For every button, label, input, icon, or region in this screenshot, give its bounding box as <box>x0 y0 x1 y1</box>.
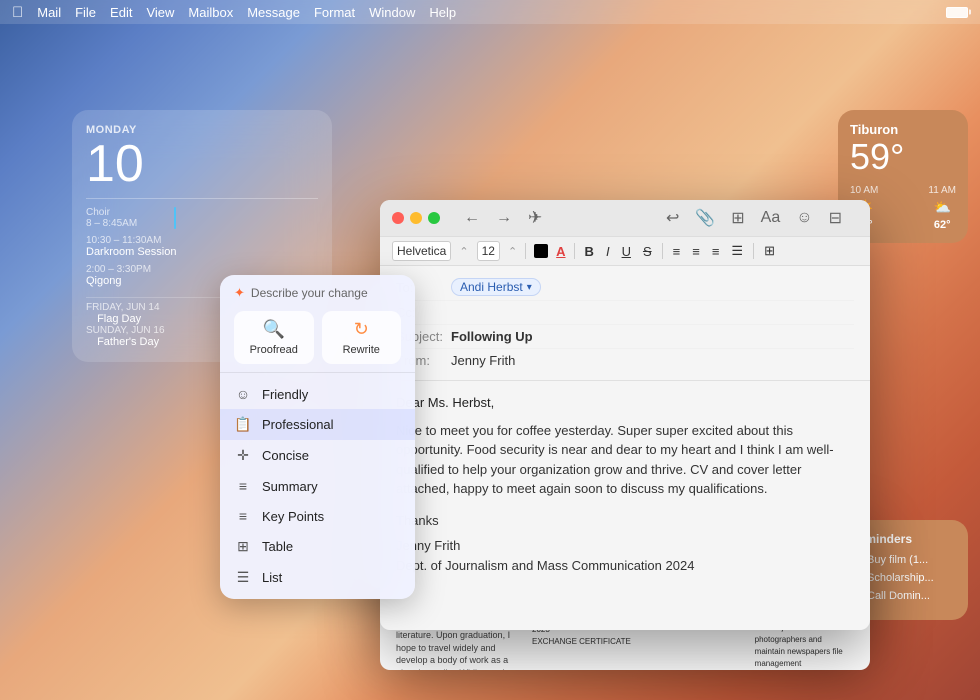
to-recipient[interactable]: Andi Herbst ▾ <box>451 278 541 296</box>
proofread-label: Proofread <box>250 344 298 356</box>
menubar-right <box>946 7 968 18</box>
subject-field: Subject: Following Up <box>396 325 854 349</box>
search-icon: 🔍 <box>263 319 285 340</box>
table-icon: ⊞ <box>234 538 252 555</box>
italic-button[interactable]: I <box>604 244 612 259</box>
more-options-button[interactable]: ⊞ <box>762 243 777 259</box>
menubar-window[interactable]: Window <box>369 5 415 20</box>
ai-option-list[interactable]: ☰ List <box>220 562 415 593</box>
underline-button[interactable]: U <box>620 244 633 259</box>
attach-icon[interactable]: 📎 <box>695 208 715 228</box>
to-field: To: Andi Herbst ▾ <box>396 274 854 301</box>
ai-options-list: ☺ Friendly 📋 Professional ✛ Concise ≡ Su… <box>220 373 415 599</box>
align-center-button[interactable]: ≡ <box>690 244 702 259</box>
font-icon[interactable]: Aa <box>761 209 781 227</box>
forward-icon[interactable]: → <box>496 209 512 227</box>
menubar-mailbox[interactable]: Mailbox <box>188 5 233 20</box>
weather-temperature: 59° <box>850 137 956 177</box>
from-field: From: Jenny Frith <box>396 349 854 372</box>
proofread-button[interactable]: 🔍 Proofread <box>234 311 314 364</box>
mail-body[interactable]: Dear Ms. Herbst, Nice to meet you for co… <box>380 381 870 630</box>
mail-window: ← → ✈ ↩ 📎 ⊞ Aa ☺ ⊟ Helvetica ⌃ 12 ⌃ A B … <box>380 200 870 630</box>
ai-option-professional[interactable]: 📋 Professional <box>220 409 415 440</box>
menubar-view[interactable]: View <box>146 5 174 20</box>
calendar-day-label: MONDAY <box>86 124 318 136</box>
rewrite-button[interactable]: ↻ Rewrite <box>322 311 402 364</box>
photo-icon[interactable]: ⊟ <box>829 208 842 228</box>
mail-toolbar: ← → ✈ ↩ 📎 ⊞ Aa ☺ ⊟ <box>448 208 858 228</box>
weather-city: Tiburon <box>850 122 956 137</box>
formatting-bar: Helvetica ⌃ 12 ⌃ A B I U S ≡ ≡ ≡ ☰ ⊞ <box>380 236 870 266</box>
bold-button[interactable]: B <box>583 244 596 259</box>
font-size-selector[interactable]: 12 <box>477 241 500 261</box>
email-greeting: Dear Ms. Herbst, <box>396 393 854 413</box>
menubar-message[interactable]: Message <box>247 5 300 20</box>
ai-describe-label: Describe your change <box>251 286 368 300</box>
ai-action-buttons: 🔍 Proofread ↻ Rewrite <box>234 311 401 364</box>
summary-icon: ≡ <box>234 478 252 494</box>
weather-hour-11am: 11 AM ⛅ 62° <box>928 185 956 231</box>
sparkle-icon: ✦ <box>234 285 245 301</box>
reply-icon[interactable]: ↩ <box>666 208 679 228</box>
menubar-left:  Mail File Edit View Mailbox Message Fo… <box>12 4 456 21</box>
ai-option-summary[interactable]: ≡ Summary <box>220 471 415 501</box>
compose-icon[interactable]: ⊞ <box>731 208 744 228</box>
mail-fields: To: Andi Herbst ▾ Cc: Subject: Following… <box>380 266 870 381</box>
ai-panel-header: ✦ Describe your change 🔍 Proofread ↻ Rew… <box>220 275 415 373</box>
menubar-format[interactable]: Format <box>314 5 355 20</box>
ai-option-concise[interactable]: ✛ Concise <box>220 440 415 471</box>
apple-menu[interactable]:  <box>12 4 23 21</box>
minimize-button[interactable] <box>410 212 422 224</box>
rewrite-label: Rewrite <box>343 344 380 356</box>
align-right-button[interactable]: ≡ <box>710 244 722 259</box>
professional-icon: 📋 <box>234 416 252 433</box>
ai-option-friendly[interactable]: ☺ Friendly <box>220 379 415 409</box>
font-selector[interactable]: Helvetica <box>392 241 451 261</box>
back-icon[interactable]: ← <box>464 209 480 227</box>
cc-field[interactable]: Cc: <box>396 301 854 325</box>
friendly-icon: ☺ <box>234 386 252 402</box>
align-left-button[interactable]: ≡ <box>671 244 683 259</box>
ai-option-keypoints[interactable]: ≡ Key Points <box>220 501 415 531</box>
calendar-date-number: 10 <box>86 138 318 190</box>
ai-describe-row: ✦ Describe your change <box>234 285 401 301</box>
email-body-text: Nice to meet you for coffee yesterday. S… <box>396 421 854 499</box>
menubar-mail[interactable]: Mail <box>37 5 61 20</box>
ai-suggestions-panel: ✦ Describe your change 🔍 Proofread ↻ Rew… <box>220 275 415 599</box>
emoji-icon[interactable]: ☺ <box>796 209 812 227</box>
menubar:  Mail File Edit View Mailbox Message Fo… <box>0 0 980 24</box>
ai-option-table[interactable]: ⊞ Table <box>220 531 415 562</box>
concise-icon: ✛ <box>234 447 252 464</box>
list-item: Choir8 – 8:45AM <box>86 207 318 229</box>
menubar-help[interactable]: Help <box>429 5 456 20</box>
menubar-file[interactable]: File <box>75 5 96 20</box>
rewrite-icon: ↻ <box>354 319 369 340</box>
list-item: 10:30 – 11:30AM Darkroom Session <box>86 235 318 258</box>
menubar-edit[interactable]: Edit <box>110 5 132 20</box>
email-signature: Thanks Jenny FrithDept. of Journalism an… <box>396 511 854 576</box>
list-button[interactable]: ☰ <box>729 243 745 259</box>
maximize-button[interactable] <box>428 212 440 224</box>
text-highlight[interactable]: A <box>556 244 565 259</box>
close-button[interactable] <box>392 212 404 224</box>
partly-cloudy-icon: ⛅ <box>933 199 950 216</box>
text-color-swatch[interactable] <box>534 244 548 258</box>
mail-titlebar: ← → ✈ ↩ 📎 ⊞ Aa ☺ ⊟ <box>380 200 870 236</box>
traffic-lights <box>392 212 440 224</box>
mail-toolbar-right: ↩ 📎 ⊞ Aa ☺ ⊟ <box>666 208 842 228</box>
list-icon: ☰ <box>234 569 252 586</box>
battery-icon <box>946 7 968 18</box>
send-icon[interactable]: ✈ <box>528 208 542 228</box>
strikethrough-button[interactable]: S <box>641 244 654 259</box>
keypoints-icon: ≡ <box>234 508 252 524</box>
